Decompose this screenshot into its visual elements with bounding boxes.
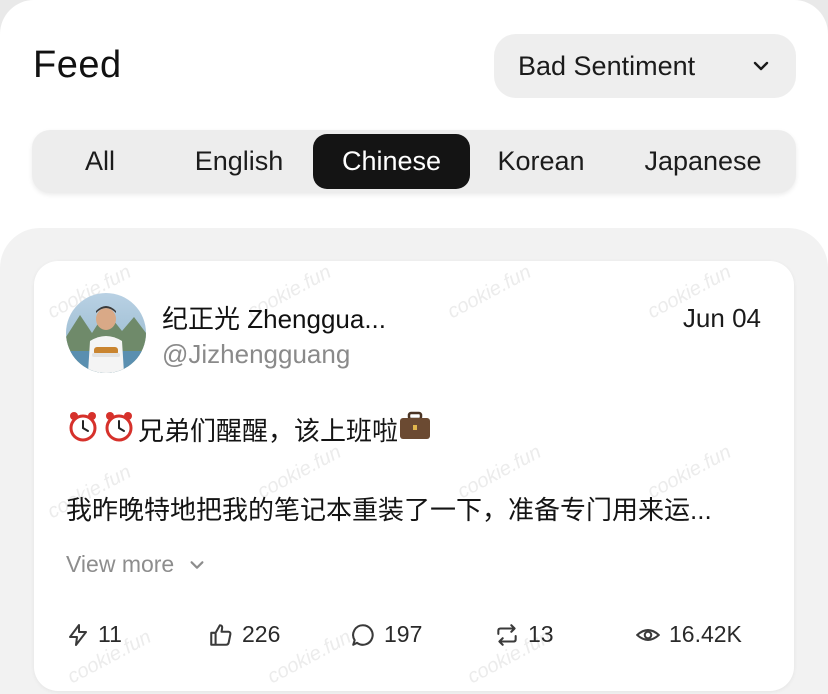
comment-bubble-icon <box>352 623 374 646</box>
author-handle[interactable]: @Jizhengguang <box>162 339 350 370</box>
author-name[interactable]: 纪正光 Zhenggua... <box>162 299 386 336</box>
sentiment-filter-label: Bad Sentiment <box>518 50 696 81</box>
repost-icon <box>497 623 517 646</box>
view-more-button[interactable]: View more <box>66 551 208 578</box>
lightning-icon <box>69 623 87 646</box>
repost-count: 13 <box>528 621 554 647</box>
views-count: 16.42K <box>669 621 742 647</box>
tab-japanese[interactable]: Japanese <box>628 134 778 189</box>
thumbs-up-icon <box>210 623 232 646</box>
views-stat: 16.42K <box>635 621 742 648</box>
chevron-down-icon <box>186 554 208 576</box>
tab-english[interactable]: English <box>172 134 306 189</box>
briefcase-icon <box>398 411 432 448</box>
post-text-first-line: 兄弟们醒醒，该上班啦 <box>66 409 434 450</box>
page-title: Feed <box>33 44 122 86</box>
post-text-line1: 兄弟们醒醒，该上班啦 <box>138 416 399 446</box>
comment-stat[interactable]: 197 <box>350 621 422 648</box>
feed-panel: Feed Bad Sentiment All English Chinese K… <box>0 0 828 694</box>
like-stat[interactable]: 226 <box>208 621 280 648</box>
sentiment-filter-dropdown[interactable]: Bad Sentiment <box>494 34 796 98</box>
post-card[interactable]: cookie.fun cookie.fun cookie.fun cookie.… <box>34 261 794 691</box>
post-date: Jun 04 <box>682 303 761 333</box>
language-tabs: All English Chinese Korean Japanese <box>32 130 796 193</box>
alarm-clock-icon <box>102 409 136 450</box>
view-more-label: View more <box>66 551 175 577</box>
author-avatar[interactable] <box>66 293 146 373</box>
like-count: 226 <box>242 621 281 647</box>
comment-count: 197 <box>384 621 423 647</box>
watermark-text: cookie.fun <box>443 261 535 324</box>
tab-all[interactable]: All <box>52 134 148 189</box>
score-count: 11 <box>98 621 122 647</box>
chevron-down-icon <box>750 55 772 77</box>
tab-chinese[interactable]: Chinese <box>313 134 470 189</box>
score-stat[interactable]: 11 <box>66 621 122 648</box>
eye-icon <box>636 628 660 641</box>
post-text-line2: 我昨晚特地把我的笔记本重装了一下，准备专门用来运... <box>66 495 712 525</box>
tab-korean[interactable]: Korean <box>480 134 602 189</box>
post-stats-bar: 11 226 197 13 16.42K <box>34 621 794 651</box>
repost-stat[interactable]: 13 <box>494 621 554 648</box>
alarm-clock-icon <box>66 409 100 450</box>
